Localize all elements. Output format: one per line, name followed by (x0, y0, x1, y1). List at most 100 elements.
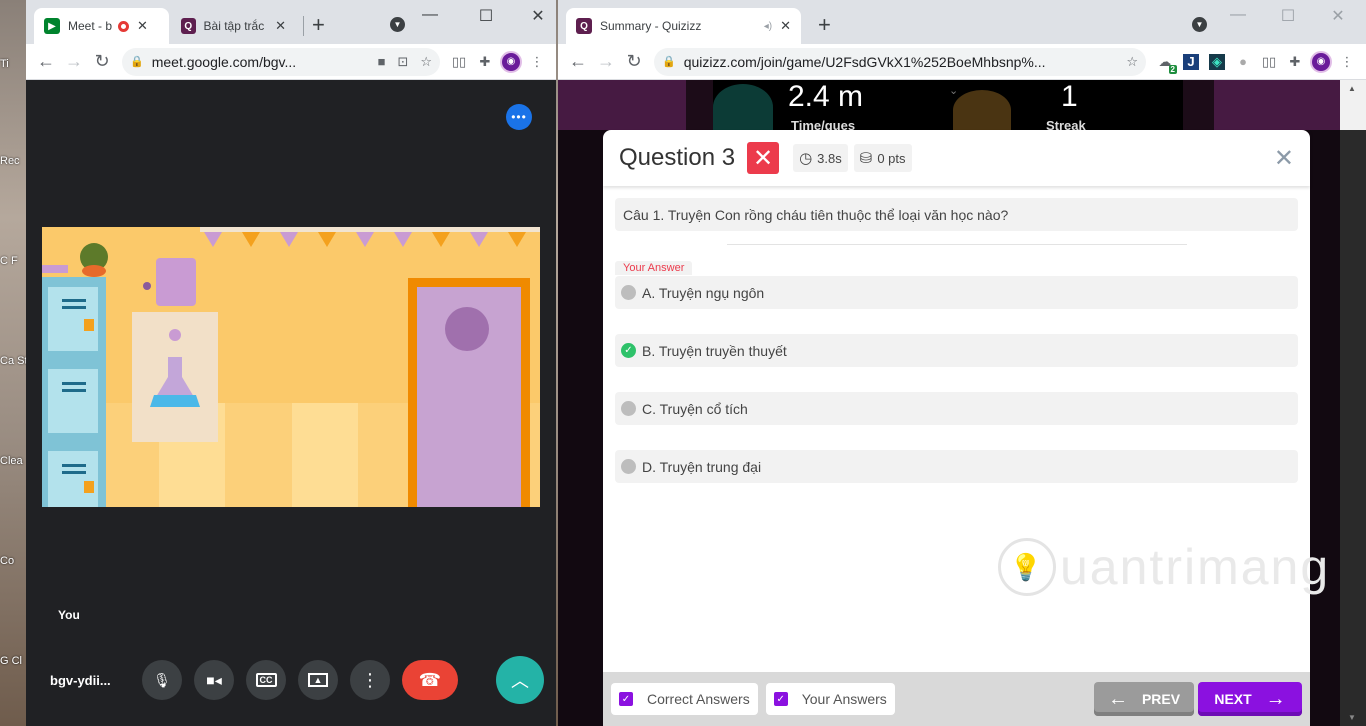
profile-avatar[interactable]: ◉ (1308, 49, 1334, 75)
lightbulb-icon: 💡 (998, 538, 1056, 596)
end-call-button[interactable]: ☎ (402, 660, 458, 700)
minimize-button[interactable]: — (410, 6, 450, 24)
close-modal-icon[interactable]: ✕ (1274, 144, 1294, 173)
quizizz-icon: Q (181, 18, 196, 34)
points-chip: ⛁ 0 pts (853, 144, 912, 172)
more-options-icon[interactable]: ••• (506, 104, 532, 130)
time-taken-value: 3.8s (817, 150, 842, 166)
tab-title: Summary - Quizizz (600, 19, 702, 33)
forward-icon[interactable]: → (592, 48, 620, 76)
option-dot-icon (621, 401, 636, 416)
question-review-modal: Question 3 ✕ ◷ 3.8s ⛁ 0 pts ✕ Câu 1. Tru… (603, 130, 1328, 726)
prev-button[interactable]: ← PREV (1094, 682, 1194, 716)
reload-icon[interactable]: ↻ (88, 48, 116, 76)
answer-options-list: A. Truyện ngụ ngôn ✓ B. Truyện truyền thuy… (603, 276, 1310, 483)
time-per-question-value: 2.4 m (788, 80, 864, 113)
meeting-controls-bar: bgv-ydii... 🎙 ■◂ CC ▲ ⋮ ☎ ︿ (26, 655, 556, 705)
browser-menu-icon[interactable]: ⋮ (524, 49, 550, 75)
bookmark-star-icon[interactable]: ☆ (1126, 54, 1138, 70)
profile-icon: ◉ (1310, 50, 1332, 73)
watermark-text: uantrimang (1060, 539, 1331, 595)
page-scrollbar[interactable]: ▲ ▼ (1340, 80, 1366, 726)
profile-avatar[interactable]: ◉ (498, 49, 524, 75)
scroll-up-arrow-icon[interactable]: ▲ (1348, 84, 1356, 93)
close-tab-icon[interactable]: ✕ (275, 18, 286, 34)
captions-button[interactable]: CC (246, 660, 286, 700)
close-tab-icon[interactable]: ✕ (780, 18, 791, 34)
stats-bar: 2.4 m Time/ques ⌄ 1 Streak (713, 80, 1183, 133)
correct-answers-label: Correct Answers (647, 691, 750, 707)
translate-icon[interactable]: ⊡ (397, 54, 408, 70)
extensions-puzzle-icon[interactable]: ✚ (472, 49, 498, 75)
microphone-icon: 🎙 (153, 671, 171, 688)
browser-menu-icon[interactable]: ⋮ (1334, 49, 1360, 75)
tab-search-icon[interactable]: ▼ (390, 17, 405, 32)
lock-icon: 🔒 (130, 56, 144, 68)
maximize-button[interactable]: ☐ (1268, 6, 1308, 26)
close-window-button[interactable]: ✕ (1318, 6, 1358, 26)
camera-button[interactable]: ■◂ (194, 660, 234, 700)
cloud-download-extension[interactable]: ☁ 2 (1152, 49, 1178, 75)
microphone-button[interactable]: 🎙 (142, 660, 182, 700)
correct-answers-toggle[interactable]: ✓ Correct Answers (611, 683, 758, 715)
minimize-button[interactable]: — (1218, 6, 1258, 24)
prev-label: PREV (1141, 691, 1181, 707)
tab-meet[interactable]: ▶ Meet - b ✕ (34, 8, 169, 44)
expand-panel-button[interactable]: ︿ (496, 656, 544, 704)
tab-separator (303, 16, 304, 36)
next-button[interactable]: NEXT → (1198, 682, 1302, 716)
checkbox-checked-icon[interactable]: ✓ (619, 692, 633, 706)
reading-list-icon[interactable]: ▯▯ (446, 49, 472, 75)
hook-extension-icon[interactable]: J (1178, 49, 1204, 75)
extensions-puzzle-icon[interactable]: ✚ (1282, 49, 1308, 75)
next-label: NEXT (1214, 691, 1252, 707)
tab-strip: ▶ Meet - b ✕ Q Bài tập trắc n ✕ + ▼ — ☐ … (26, 0, 556, 44)
tab-quizizz-summary[interactable]: Q Summary - Quizizz ◂) ✕ (566, 8, 801, 44)
audio-playing-icon[interactable]: ◂) (764, 21, 772, 32)
tab-search-icon[interactable]: ▼ (1192, 17, 1207, 32)
close-tab-icon[interactable]: ✕ (137, 18, 148, 34)
maximize-button[interactable]: ☐ (466, 6, 506, 26)
new-tab-button[interactable]: + (818, 12, 831, 38)
participant-name-label: You (58, 608, 80, 622)
close-window-button[interactable]: ✕ (518, 6, 556, 26)
address-bar[interactable]: 🔒 meet.google.com/bgv... ■ ⊡ ☆ (122, 47, 440, 76)
points-value: 0 pts (877, 150, 906, 166)
answer-option-text: C. Truyện cổ tích (642, 400, 748, 417)
fire-streak-icon (953, 90, 1011, 130)
tab-strip: Q Summary - Quizizz ◂) ✕ + ▼ — ☐ ✕ (558, 0, 1366, 44)
address-bar[interactable]: 🔒 quizizz.com/join/game/U2FsdGVkX1%252Bo… (654, 47, 1146, 76)
diamond-extension-icon[interactable]: ◈ (1204, 49, 1230, 75)
back-icon[interactable]: ← (32, 48, 60, 76)
apple-extension-icon[interactable]: ● (1230, 49, 1256, 75)
your-answers-toggle[interactable]: ✓ Your Answers (765, 683, 895, 715)
desktop-icon-label: Ti (0, 58, 9, 70)
classroom-background-illustration (42, 227, 540, 507)
option-dot-icon (621, 459, 636, 474)
desktop-icon-label: Rec (0, 155, 20, 167)
answer-option: A. Truyện ngụ ngôn (615, 276, 1298, 309)
browser-toolbar: ← → ↻ 🔒 meet.google.com/bgv... ■ ⊡ ☆ ▯▯ … (26, 44, 556, 80)
back-icon[interactable]: ← (564, 48, 592, 76)
tab-title: Bài tập trắc n (203, 19, 268, 33)
tab-quiz-exercise[interactable]: Q Bài tập trắc n ✕ (171, 8, 296, 44)
new-tab-button[interactable]: + (312, 12, 325, 38)
scroll-down-arrow-icon[interactable]: ▼ (1348, 713, 1356, 722)
checkbox-checked-icon[interactable]: ✓ (773, 692, 788, 706)
camera-permission-icon[interactable]: ■ (378, 54, 386, 69)
profile-icon: ◉ (500, 50, 522, 73)
watermark: 💡 uantrimang (998, 538, 1330, 596)
captions-icon: CC (255, 673, 277, 687)
present-screen-button[interactable]: ▲ (298, 660, 338, 700)
hang-up-icon: ☎ (418, 669, 442, 690)
reload-icon[interactable]: ↻ (620, 48, 648, 76)
modal-header: Question 3 ✕ ◷ 3.8s ⛁ 0 pts ✕ (603, 130, 1310, 186)
forward-icon[interactable]: → (60, 48, 88, 76)
extension-badge: 2 (1168, 64, 1177, 74)
bookmark-star-icon[interactable]: ☆ (420, 54, 432, 70)
quizizz-browser-window: Q Summary - Quizizz ◂) ✕ + ▼ — ☐ ✕ ← → ↻… (558, 0, 1366, 726)
reading-list-icon[interactable]: ▯▯ (1256, 49, 1282, 75)
more-options-button[interactable]: ⋮ (350, 660, 390, 700)
answer-option: ✓ B. Truyện truyền thuyết (615, 334, 1298, 367)
question-text-box: Câu 1. Truyện Con rồng cháu tiên thuộc t… (615, 198, 1298, 231)
